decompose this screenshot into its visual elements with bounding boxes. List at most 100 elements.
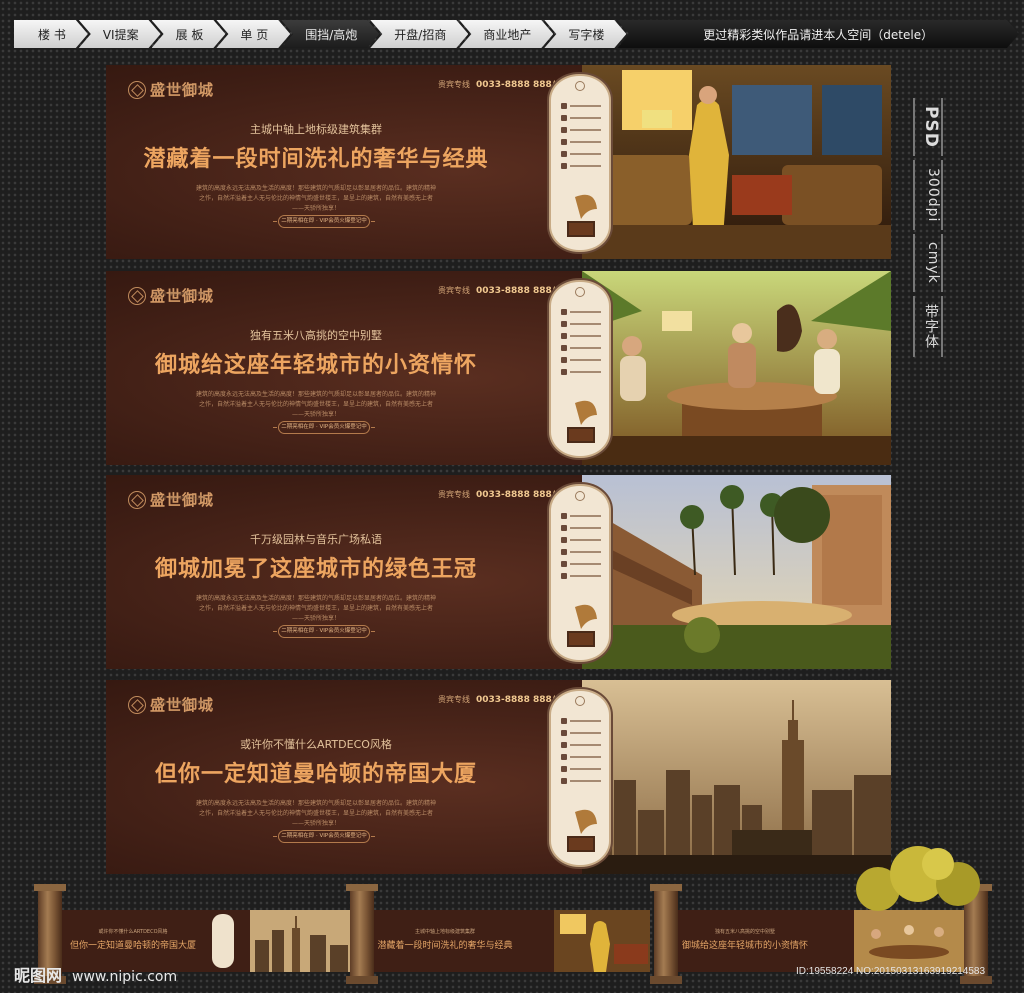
tree-decoration	[856, 846, 980, 911]
nav-item-vi[interactable]: VI提案	[79, 20, 161, 48]
banner-title: 御城给这座年轻城市的小资情怀	[154, 353, 477, 378]
gramophone-icon	[567, 400, 597, 443]
banner-subtitle: 独有五米八高挑的空中别墅	[250, 329, 382, 342]
feature-row	[561, 150, 601, 157]
brand-tagline: 山水间 · 御金城市生活运营商	[154, 495, 206, 500]
vip-badge: 二期亮相在即 · VIP会员火爆登记中	[273, 830, 375, 843]
banner-1: 盛世御城 山水间 · 御金城市生活运营商 贵宾专线 0033-8888 888/6…	[106, 65, 891, 259]
image-id-label: ID:19558224 NO:20150313163919214583	[796, 966, 986, 977]
garden-photo	[582, 475, 891, 669]
site-watermark: 昵图网 www.nipic.com	[14, 962, 177, 986]
category-nav: 楼 书 VI提案 展 板 单 页 围挡/高炮 开盘/招商 商业地产 写字楼 更过…	[14, 20, 1010, 48]
feature-row	[561, 102, 601, 109]
banner-2: 盛世御城 山水间 · 御金城市生活运营商 贵宾专线 0033-8888 888/6…	[106, 271, 891, 465]
feature-row	[561, 138, 601, 145]
feature-row	[561, 332, 601, 339]
vip-badge: 二期亮相在即 · VIP会员火爆登记中	[273, 215, 375, 228]
feature-row	[561, 572, 601, 579]
ornament-panel	[549, 74, 611, 252]
feature-row	[561, 308, 601, 315]
nav-item-hoarding[interactable]: 围挡/高炮	[281, 20, 379, 48]
brand-tagline: 山水间 · 御金城市生活运营商	[154, 85, 206, 90]
brand-tagline: 山水间 · 御金城市生活运营商	[154, 291, 206, 296]
hotline-label: 贵宾专线	[438, 80, 470, 89]
logo-mark-icon	[128, 80, 146, 99]
banner-subtitle: 或许你不懂什么ARTDECO风格	[240, 738, 392, 751]
vip-badge: 二期亮相在即 · VIP会员火爆登记中	[273, 421, 375, 434]
banner-subtitle: 千万级园林与音乐广场私语	[250, 533, 382, 546]
feature-row	[561, 536, 601, 543]
banner-subtitle: 主城中轴上地标级建筑集群	[250, 123, 382, 136]
pillar	[346, 884, 378, 984]
watermark-url: www.nipic.com	[72, 969, 178, 985]
mockup-board-3: 独有五米八高挑的空中别墅 御城给这座年轻城市的小资情怀	[664, 910, 964, 972]
hotline-label: 贵宾专线	[438, 695, 470, 704]
feature-row	[561, 729, 601, 736]
luxury-lounge-photo	[582, 65, 891, 259]
feature-row	[561, 741, 601, 748]
ornament-panel	[549, 689, 611, 867]
gramophone-icon	[567, 809, 597, 852]
tea-party-thumbnail	[854, 910, 964, 972]
nav-item-office[interactable]: 写字楼	[544, 20, 626, 48]
gramophone-icon	[567, 604, 597, 647]
nav-item-commercial[interactable]: 商业地产	[459, 20, 553, 48]
banner-3: 盛世御城 山水间 · 御金城市生活运营商 贵宾专线 0033-8888 888/6…	[106, 475, 891, 669]
feature-row	[561, 368, 601, 375]
feature-row	[561, 548, 601, 555]
mockup-subtitle: 独有五米八高挑的空中别墅	[714, 929, 775, 935]
mockup-subtitle: 或许你不懂什么ARTDECO风格	[98, 929, 168, 935]
banner-description: 建筑的高度永远无法高及生活的高度！那些建筑的气质却足以彰显居者的品位。建筑的精神…	[195, 595, 436, 622]
feature-row	[561, 717, 601, 724]
mockup-subtitle: 主城中轴上地标级建筑集群	[414, 929, 475, 935]
banner-description: 建筑的高度永远无法高及生活的高度！那些建筑的气质却足以彰显居者的品位。建筑的精神…	[195, 185, 436, 212]
watermark-site-name: 昵图网	[14, 966, 63, 985]
feature-row	[561, 114, 601, 121]
crest-icon	[575, 696, 585, 706]
mockup-ornament	[212, 914, 234, 968]
feature-row	[561, 560, 601, 567]
nav-item-opening[interactable]: 开盘/招商	[370, 20, 468, 48]
banner-title: 潜藏着一段时间洗礼的奢华与经典	[143, 147, 489, 172]
feature-row	[561, 765, 601, 772]
spec-format: PSD	[913, 98, 943, 156]
pillar	[650, 884, 682, 984]
lounge-thumbnail	[554, 910, 650, 972]
spec-resolution: 300dpi	[913, 159, 943, 231]
banner-title: 御城加冕了这座城市的绿色王冠	[154, 557, 477, 582]
feature-row	[561, 512, 601, 519]
crest-icon	[575, 287, 585, 297]
nav-item-board[interactable]: 展 板	[152, 20, 226, 48]
banner-description: 建筑的高度永远无法高及生活的高度！那些建筑的气质却足以彰显居者的品位。建筑的精神…	[195, 391, 436, 418]
feature-row	[561, 777, 601, 784]
spec-fonts: 带字体	[913, 295, 943, 357]
feature-row	[561, 356, 601, 363]
ornament-panel	[549, 484, 611, 662]
spec-color-mode: cmyk	[913, 234, 943, 292]
feature-row	[561, 162, 601, 169]
ornament-panel	[549, 280, 611, 458]
nav-more-link[interactable]: 更过精彩类似作品请进本人空间（detele）	[617, 20, 1019, 48]
mockup-title: 潜藏着一段时间洗礼的奢华与经典	[377, 941, 513, 951]
feature-row	[561, 320, 601, 327]
logo-mark-icon	[128, 286, 146, 305]
tea-party-photo	[582, 271, 891, 465]
feature-row	[561, 126, 601, 133]
nav-item-flyer[interactable]: 单 页	[216, 20, 290, 48]
nav-item-brochure[interactable]: 楼 书	[14, 20, 88, 48]
feature-row	[561, 753, 601, 760]
gramophone-icon	[567, 194, 597, 237]
mockup-title: 但你一定知道曼哈顿的帝国大厦	[69, 941, 196, 951]
logo-mark-icon	[128, 695, 146, 714]
hotline-label: 贵宾专线	[438, 286, 470, 295]
feature-row	[561, 344, 601, 351]
feature-row	[561, 524, 601, 531]
crest-icon	[575, 491, 585, 501]
banner-4: 盛世御城 山水间 · 御金城市生活运营商 贵宾专线 0033-8888 888/6…	[106, 680, 891, 874]
hotline-label: 贵宾专线	[438, 490, 470, 499]
file-specs: PSD 300dpi cmyk 带字体	[910, 98, 946, 361]
vip-badge: 二期亮相在即 · VIP会员火爆登记中	[273, 625, 375, 638]
skyline-thumbnail	[250, 910, 352, 972]
logo-mark-icon	[128, 490, 146, 509]
banner-title: 但你一定知道曼哈顿的帝国大厦	[154, 762, 477, 787]
